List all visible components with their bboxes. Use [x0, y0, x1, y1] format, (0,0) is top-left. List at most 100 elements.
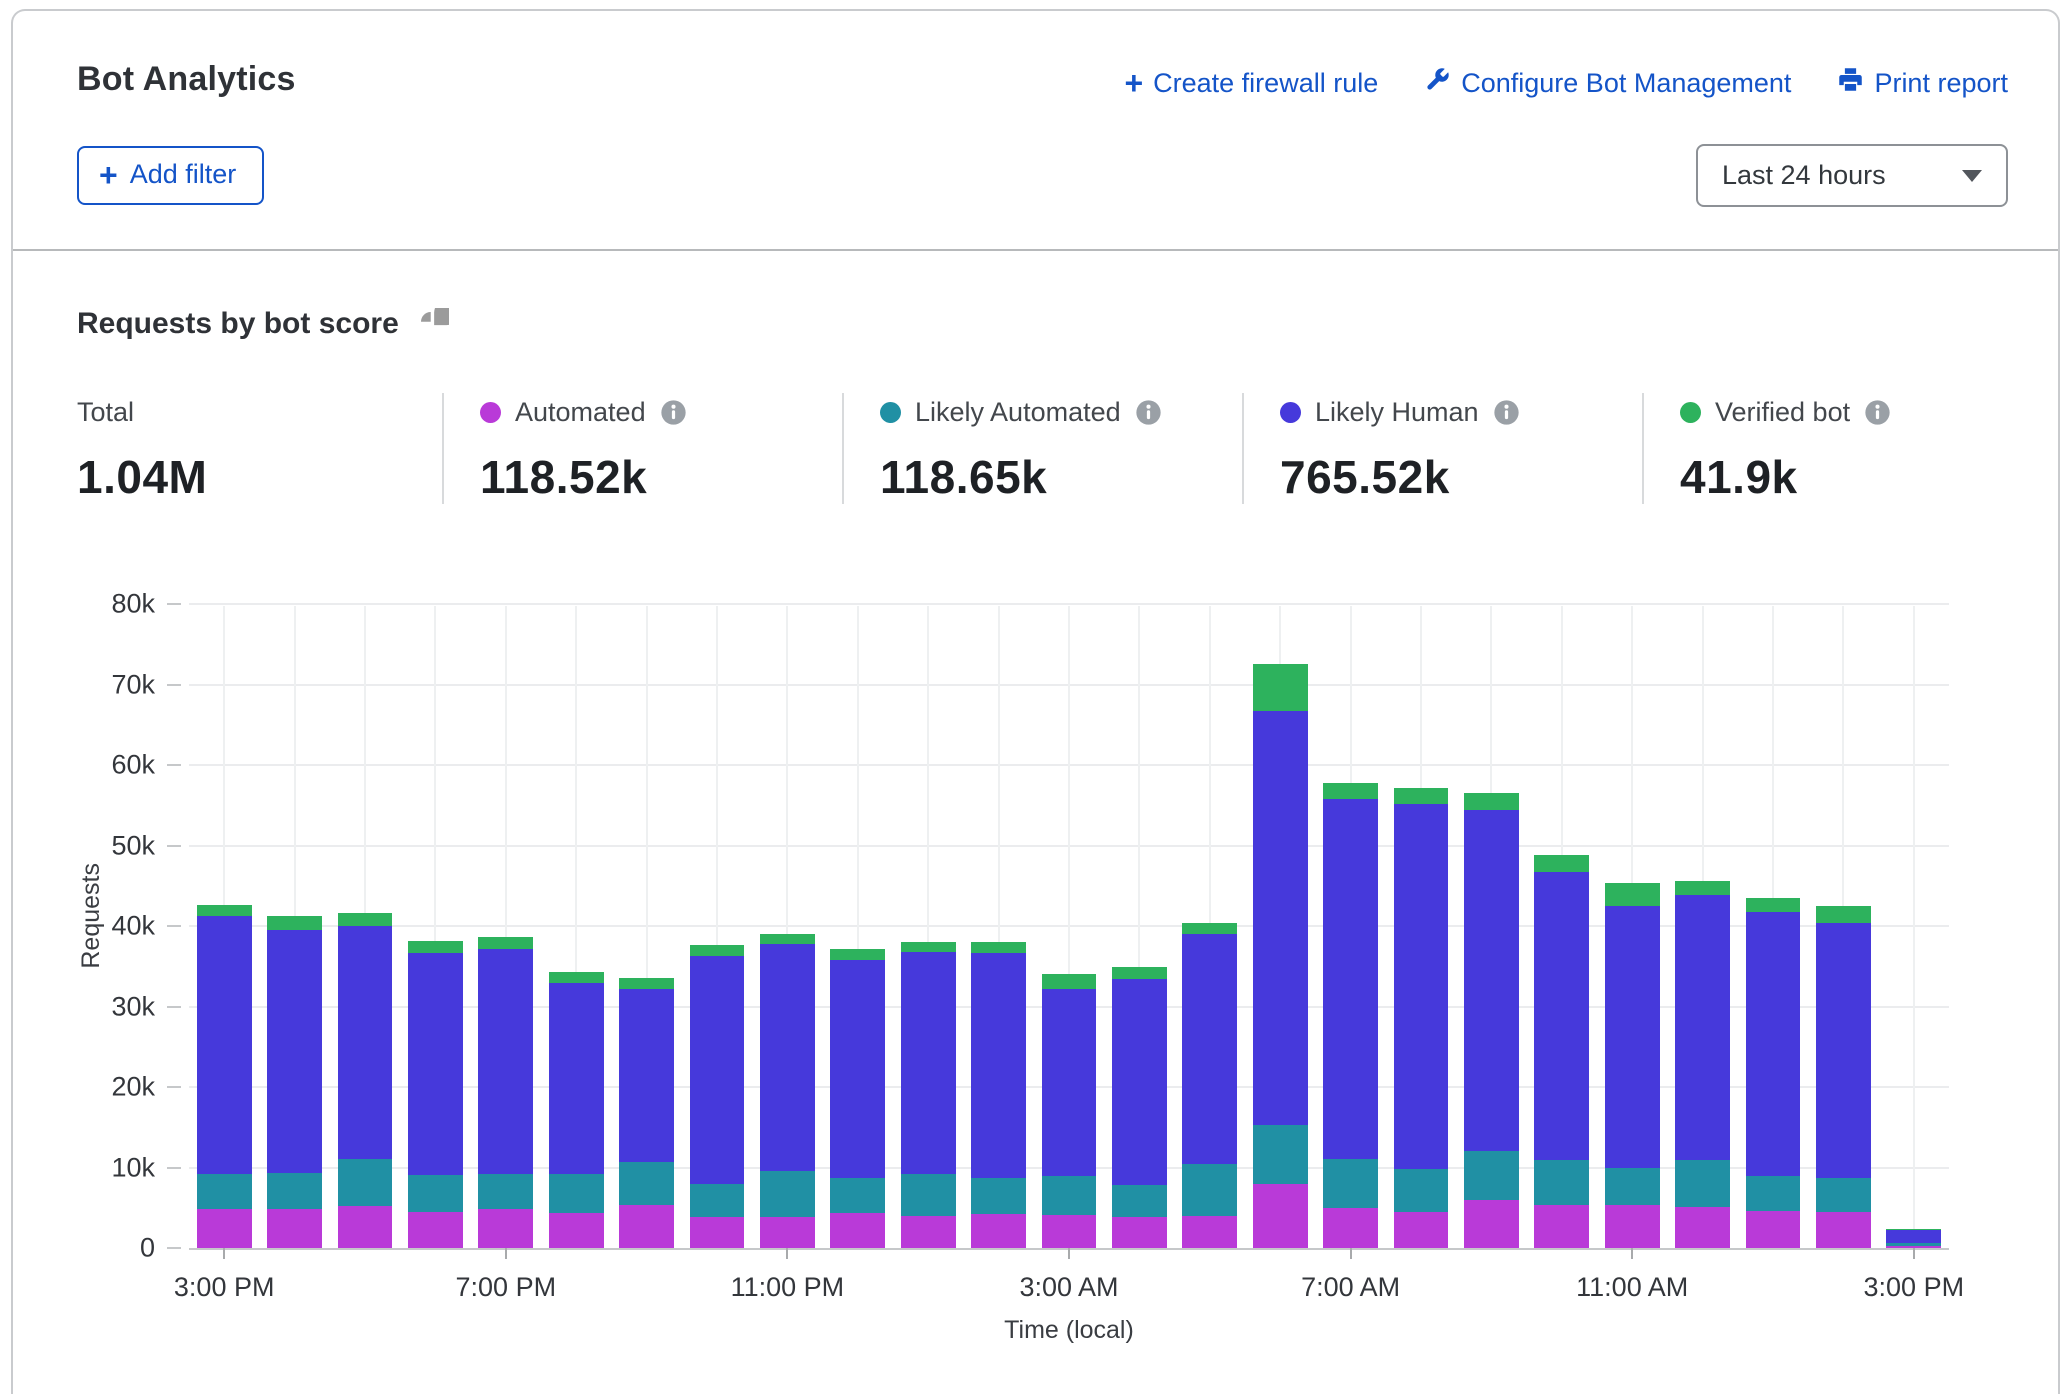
chart-bar[interactable]	[267, 916, 322, 1248]
bar-segment-automated	[1112, 1217, 1167, 1248]
chart-bar[interactable]	[971, 942, 1026, 1248]
stat-verified-bot: Verified bot 41.9k	[1642, 393, 2042, 504]
print-report-link[interactable]: Print report	[1837, 66, 2008, 100]
x-axis-tick-mark	[1350, 1248, 1352, 1259]
chart-bar[interactable]	[619, 978, 674, 1248]
y-axis-tick-label: 40k	[111, 911, 155, 942]
chart-bar[interactable]	[1605, 883, 1660, 1248]
bar-segment-verified-bot	[478, 937, 533, 950]
time-range-dropdown[interactable]: Last 24 hours	[1696, 144, 2008, 207]
configure-bot-management-link[interactable]: Configure Bot Management	[1424, 66, 1791, 100]
bar-segment-likely-automated	[690, 1184, 745, 1217]
y-axis-tick-mark	[167, 764, 181, 766]
bar-segment-likely-automated	[760, 1171, 815, 1217]
bar-segment-automated	[619, 1205, 674, 1248]
bar-segment-verified-bot	[760, 934, 815, 944]
chart-bar[interactable]	[1323, 783, 1378, 1248]
chart-bar[interactable]	[1042, 974, 1097, 1248]
bar-segment-verified-bot	[830, 949, 885, 959]
y-axis-tick-label: 70k	[111, 669, 155, 700]
bar-segment-likely-automated	[338, 1159, 393, 1206]
stat-automated-value: 118.52k	[480, 450, 842, 504]
bar-segment-verified-bot	[408, 941, 463, 953]
bar-segment-verified-bot	[197, 905, 252, 916]
bar-segment-likely-automated	[549, 1174, 604, 1213]
bar-segment-automated	[478, 1209, 533, 1248]
bar-segment-verified-bot	[690, 945, 745, 955]
stat-likely-human-value: 765.52k	[1280, 450, 1642, 504]
bar-segment-verified-bot	[1182, 923, 1237, 934]
chart-bar[interactable]	[901, 942, 956, 1248]
y-axis-tick-label: 30k	[111, 991, 155, 1022]
y-axis-tick-label: 60k	[111, 750, 155, 781]
x-axis-tick-label: 7:00 PM	[456, 1272, 557, 1303]
bar-segment-automated	[690, 1217, 745, 1248]
printer-icon	[1837, 66, 1864, 100]
requests-chart: Requests 010k20k30k40k50k60k70k80k3:00 P…	[77, 606, 2008, 1345]
create-firewall-rule-link[interactable]: + Create firewall rule	[1124, 68, 1378, 99]
bar-segment-likely-human	[1746, 912, 1801, 1175]
chart-bar[interactable]	[1394, 788, 1449, 1248]
info-icon[interactable]	[1493, 399, 1520, 426]
stat-automated: Automated 118.52k	[442, 393, 842, 504]
bar-segment-verified-bot	[549, 972, 604, 983]
chart-bar[interactable]	[830, 949, 885, 1248]
chart-bar[interactable]	[1182, 923, 1237, 1248]
info-icon[interactable]	[1864, 399, 1891, 426]
chart-bar[interactable]	[197, 905, 252, 1248]
plot-area: 010k20k30k40k50k60k70k80k3:00 PM7:00 PM1…	[189, 606, 1949, 1250]
print-report-label: Print report	[1874, 68, 2008, 99]
chart-bar[interactable]	[1253, 664, 1308, 1248]
chart-bar[interactable]	[1675, 881, 1730, 1248]
bar-segment-verified-bot	[1112, 967, 1167, 979]
stat-likely-human-label: Likely Human	[1315, 397, 1479, 428]
chart-bar[interactable]	[1534, 855, 1589, 1248]
requests-by-bot-score-section: Requests by bot score Total 1.04M Automa…	[13, 251, 2058, 1345]
chart-bar[interactable]	[1112, 967, 1167, 1248]
bar-segment-verified-bot	[267, 916, 322, 930]
bar-segment-likely-human	[971, 953, 1026, 1178]
chart-bar[interactable]	[549, 972, 604, 1248]
bar-segment-likely-human	[619, 989, 674, 1162]
bar-segment-likely-human	[1886, 1230, 1941, 1244]
likely-automated-legend-dot	[880, 402, 901, 423]
bar-segment-likely-automated	[1253, 1125, 1308, 1184]
bar-segment-likely-human	[1253, 711, 1308, 1125]
chart-bar[interactable]	[1464, 793, 1519, 1248]
bar-segment-likely-automated	[1042, 1176, 1097, 1215]
bar-segment-likely-automated	[1394, 1169, 1449, 1212]
chart-bar[interactable]	[760, 934, 815, 1248]
bar-segment-likely-human	[1605, 906, 1660, 1168]
chart-bar[interactable]	[408, 941, 463, 1248]
x-axis-tick-label: 11:00 AM	[1576, 1272, 1688, 1303]
y-axis-tick-mark	[167, 1006, 181, 1008]
bar-segment-likely-automated	[1816, 1178, 1871, 1212]
bar-segment-likely-human	[760, 944, 815, 1171]
bar-segment-automated	[760, 1217, 815, 1248]
stat-total: Total 1.04M	[77, 393, 442, 504]
pie-chart-icon	[417, 308, 449, 340]
chart-bar[interactable]	[690, 945, 745, 1248]
chevron-down-icon	[1962, 170, 1982, 182]
chart-bar[interactable]	[1886, 1229, 1941, 1248]
bar-segment-likely-human	[338, 926, 393, 1159]
bar-segment-likely-automated	[1112, 1185, 1167, 1216]
y-axis-tick-label: 80k	[111, 589, 155, 620]
bar-segment-likely-human	[549, 983, 604, 1174]
bar-segment-automated	[1534, 1205, 1589, 1248]
section-heading: Requests by bot score	[77, 307, 399, 341]
verified-bot-legend-dot	[1680, 402, 1701, 423]
chart-bar[interactable]	[338, 913, 393, 1248]
chart-bar[interactable]	[478, 937, 533, 1249]
bar-segment-likely-automated	[408, 1175, 463, 1212]
chart-bar[interactable]	[1746, 898, 1801, 1248]
bar-segment-likely-automated	[197, 1174, 252, 1209]
gridline-vertical	[1913, 606, 1915, 1248]
chart-bar[interactable]	[1816, 906, 1871, 1248]
bar-segment-likely-human	[267, 930, 322, 1173]
info-icon[interactable]	[660, 399, 687, 426]
bar-segment-automated	[338, 1206, 393, 1248]
y-axis-tick-label: 20k	[111, 1072, 155, 1103]
info-icon[interactable]	[1135, 399, 1162, 426]
add-filter-button[interactable]: + Add filter	[77, 146, 264, 205]
